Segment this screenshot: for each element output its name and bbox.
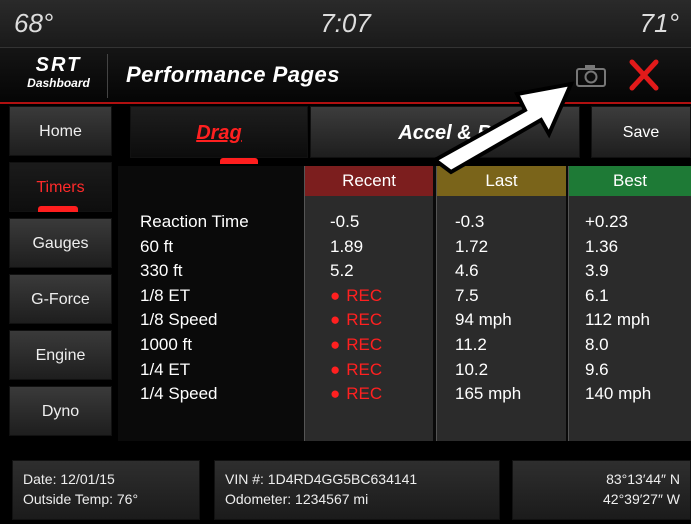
last-value: 4.6: [455, 261, 479, 281]
outside-temperature-right: 71°: [639, 8, 679, 38]
save-button[interactable]: Save: [591, 106, 691, 158]
tab-bar: Drag Accel & B Save: [130, 106, 691, 164]
last-values: -0.3 1.72 4.6 7.5 94 mph 11.2 10.2 165 m…: [455, 210, 521, 407]
clock: 7:07: [320, 8, 371, 38]
last-value: 10.2: [455, 359, 489, 379]
close-icon[interactable]: [628, 58, 660, 92]
best-value: 140 mph: [585, 384, 652, 404]
row-label: 1000 ft: [140, 334, 192, 354]
row-label: 1/8 ET: [140, 285, 191, 305]
last-value: 7.5: [455, 285, 479, 305]
tab-drag[interactable]: Drag: [130, 106, 308, 158]
recent-value: -0.5: [330, 212, 360, 231]
best-values: +0.23 1.36 3.9 6.1 112 mph 8.0 9.6 140 m…: [585, 210, 651, 407]
last-value: 11.2: [455, 334, 487, 354]
row-label: Reaction Time: [140, 212, 249, 231]
recent-value: 5.2: [330, 261, 354, 281]
last-value: 1.72: [455, 236, 489, 256]
active-indicator: [38, 206, 78, 212]
longitude-text: 42°39′27″ W: [603, 491, 680, 507]
sidebar-item-g-force[interactable]: G-Force: [9, 274, 112, 324]
sidebar-item-engine[interactable]: Engine: [9, 330, 112, 380]
date-temp-box: Date: 12/01/15 Outside Temp: 76°: [12, 460, 200, 520]
recording-indicator: REC: [330, 284, 382, 309]
page-title: Performance Pages: [126, 62, 340, 87]
best-value: 6.1: [585, 285, 609, 305]
recording-indicator: REC: [330, 308, 382, 333]
camera-icon[interactable]: [575, 64, 607, 88]
sidebar-item-timers[interactable]: Timers: [9, 162, 112, 212]
last-value: 94 mph: [455, 310, 512, 330]
pointer-arrow-icon: [431, 81, 575, 175]
row-label: 60 ft: [140, 236, 174, 256]
metric-labels: Reaction Time 60 ft 330 ft 1/8 ET 1/8 Sp…: [140, 210, 249, 407]
sidebar-item-home[interactable]: Home: [9, 106, 112, 156]
sidebar-item-gauges[interactable]: Gauges: [9, 218, 112, 268]
last-value: 165 mph: [455, 384, 522, 404]
row-label: 330 ft: [140, 261, 183, 281]
recording-indicator: REC: [330, 382, 382, 407]
best-value: 3.9: [585, 261, 609, 281]
outside-temp-text: Outside Temp: 76°: [23, 491, 139, 507]
best-value: 8.0: [585, 334, 609, 354]
sidebar-item-dyno[interactable]: Dyno: [9, 386, 112, 436]
recording-indicator: REC: [330, 358, 382, 383]
row-label: 1/4 ET: [140, 359, 191, 379]
recent-value: 1.89: [330, 236, 364, 256]
vin-odometer-box: VIN #: 1D4RD4GG5BC634141 Odometer: 12345…: [214, 460, 500, 520]
coordinates-box: 83°13′44″ N 42°39′27″ W: [512, 460, 691, 520]
sidebar: Home Timers Gauges G-Force Engine Dyno: [0, 106, 117, 446]
best-header: Best: [569, 166, 691, 196]
recent-header: Recent: [305, 166, 433, 196]
footer: Date: 12/01/15 Outside Temp: 76° VIN #: …: [0, 456, 691, 524]
date-text: Date: 12/01/15: [23, 471, 115, 487]
recent-values: -0.5 1.89 5.2 REC REC REC REC REC: [330, 210, 382, 407]
best-value: 9.6: [585, 359, 609, 379]
status-bar: 68° 7:07 71°: [0, 0, 691, 48]
last-value: -0.3: [455, 212, 485, 231]
odometer-text: Odometer: 1234567 mi: [225, 491, 369, 507]
srt-dashboard-logo: SRT Dashboard: [10, 54, 108, 98]
row-label: 1/4 Speed: [140, 384, 218, 404]
latitude-text: 83°13′44″ N: [606, 471, 680, 487]
recording-indicator: REC: [330, 333, 382, 358]
best-value: 112 mph: [585, 310, 650, 330]
active-tab-indicator: [220, 158, 258, 164]
best-value: +0.23: [585, 212, 629, 231]
vin-text: VIN #: 1D4RD4GG5BC634141: [225, 471, 418, 487]
best-value: 1.36: [585, 236, 619, 256]
row-label: 1/8 Speed: [140, 310, 218, 330]
